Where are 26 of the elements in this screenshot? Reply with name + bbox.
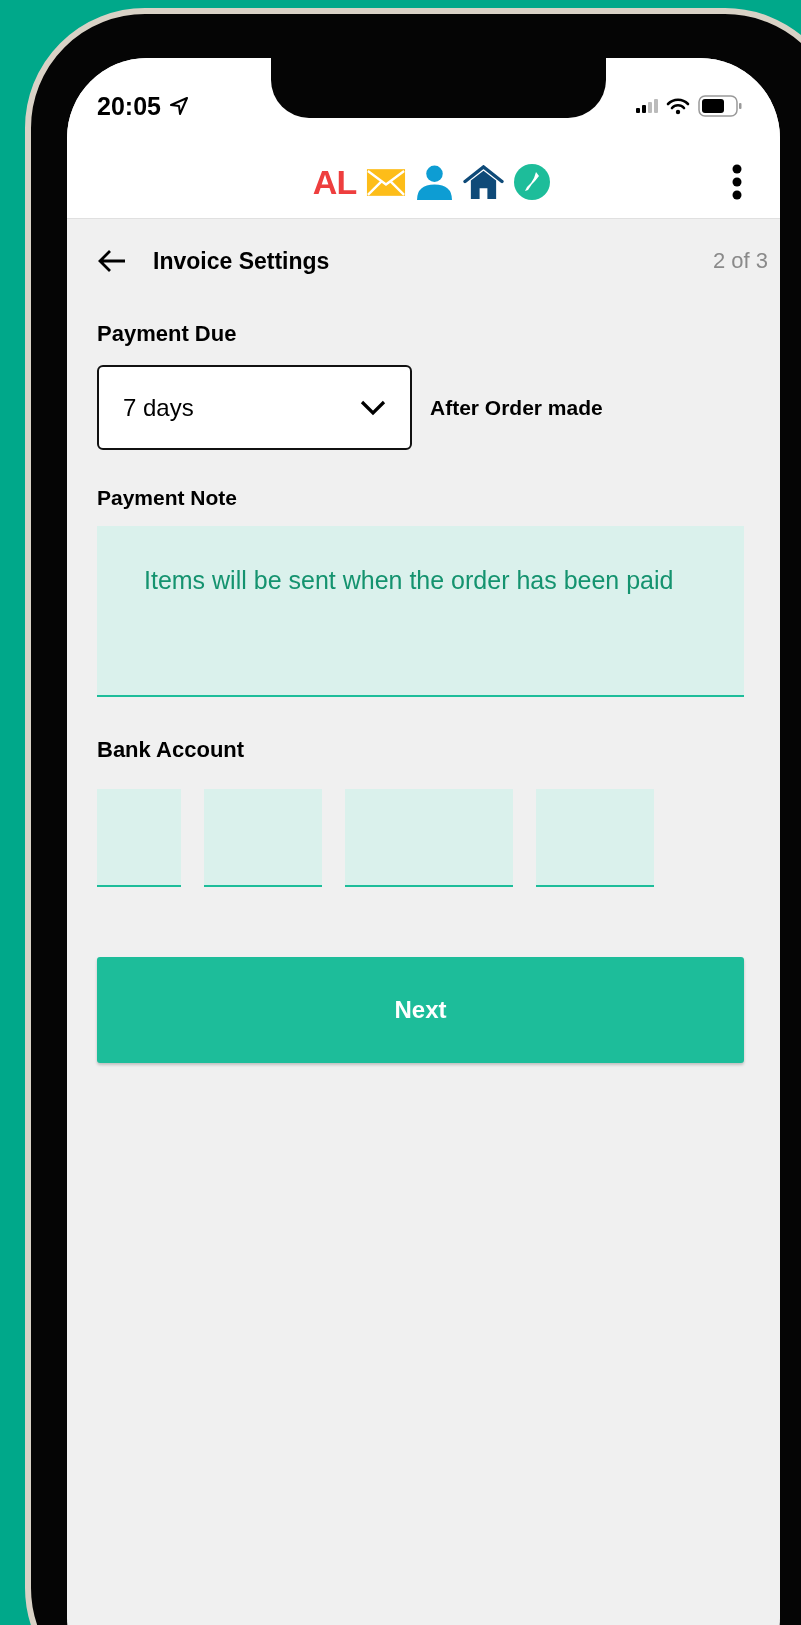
field-label: Payment Due [97,321,238,347]
menu-icon[interactable] [732,164,742,200]
input-field[interactable] [345,789,513,887]
status-time: 20:05 [97,91,161,121]
field-label: Bank Account [97,737,246,763]
back-arrow-icon[interactable] [97,249,127,273]
input-field[interactable] [204,789,322,887]
page-title: Invoice Settings [153,247,330,275]
app-logo: AL [312,162,357,202]
field-label: Payment Note [97,486,239,510]
map-badge-icon[interactable] [514,164,551,200]
envelope-icon[interactable] [366,167,407,197]
house-icon[interactable] [463,164,505,200]
input-field[interactable] [97,789,181,887]
dropdown-suffix-label: After Order made [430,395,603,420]
step-counter: 2 of 3 [712,248,768,274]
text-area[interactable]: Items will be sent when the order has been paid [97,526,744,697]
next-button[interactable]: Next [97,957,744,1063]
dropdown[interactable]: 7 days [97,365,412,450]
wifi-icon [666,97,690,115]
signal-icon [636,99,658,113]
location-arrow-icon [168,96,189,116]
person-icon[interactable] [416,164,454,200]
chevron-down-icon [360,399,386,416]
battery-icon [698,95,742,117]
input-field[interactable] [536,789,654,887]
